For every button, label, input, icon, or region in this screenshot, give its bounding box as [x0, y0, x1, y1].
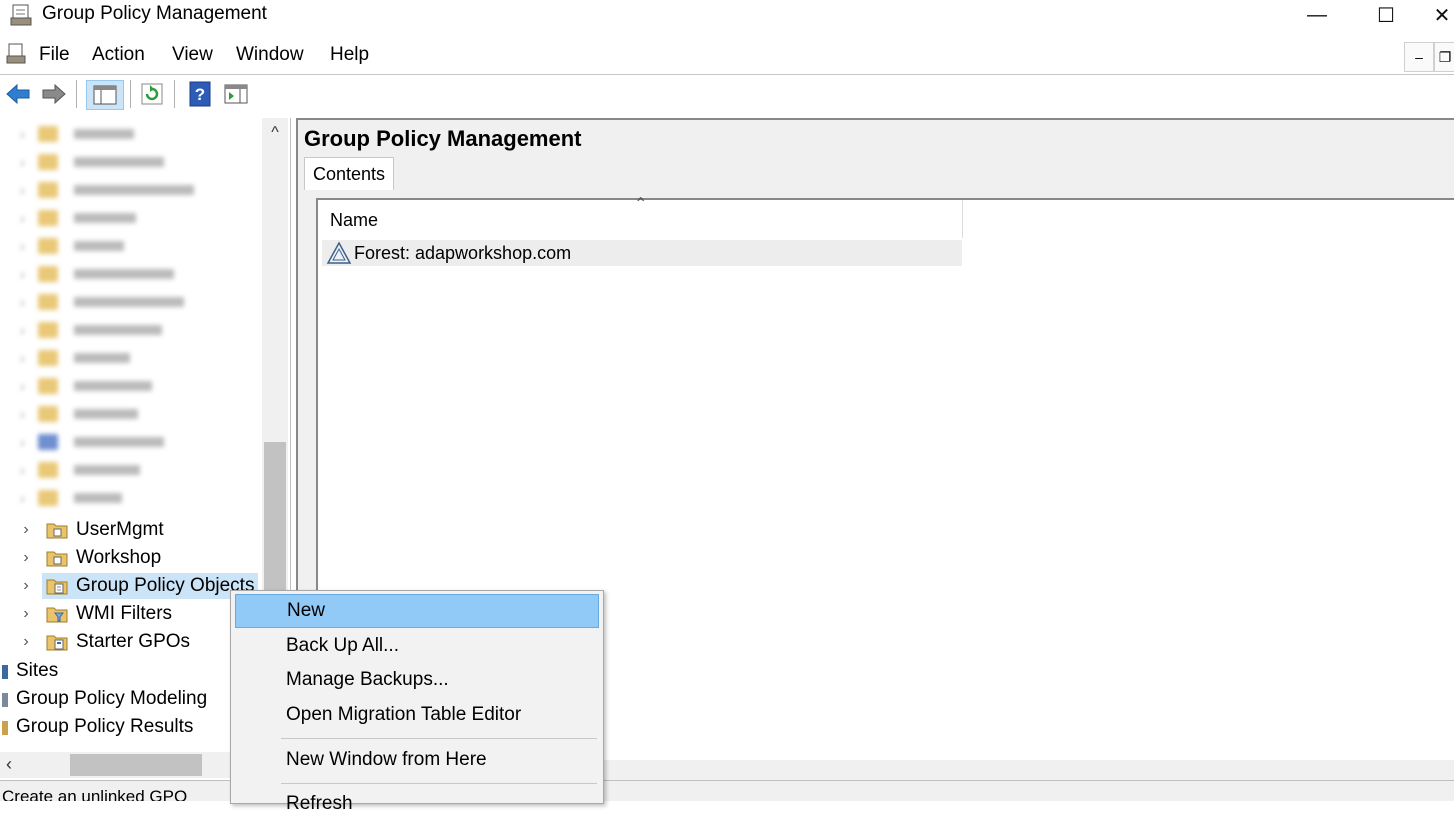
tree-node-label: Sites [16, 660, 59, 681]
menu-item-label: Open Migration Table Editor [286, 704, 522, 725]
menu-separator [281, 783, 597, 784]
menu-item-manage-backups[interactable]: Manage Backups... [235, 663, 599, 697]
menu-item-label: New Window from Here [286, 749, 487, 770]
maximize-button[interactable]: ☐ [1357, 0, 1415, 30]
tree-node-group-policy-results[interactable]: Group Policy Results [0, 714, 193, 740]
blurred-tree-item[interactable]: › [20, 262, 174, 286]
chevron-right-icon[interactable]: › [18, 633, 34, 651]
blurred-tree-item[interactable]: › [20, 150, 164, 174]
svg-text:?: ? [195, 85, 205, 104]
close-button[interactable]: ✕ [1430, 0, 1454, 30]
blurred-tree-item[interactable]: › [20, 178, 194, 202]
chevron-right-icon[interactable]: › [18, 549, 34, 567]
menu-item-new[interactable]: New [235, 594, 599, 628]
tree-node-group-policy-modeling[interactable]: Group Policy Modeling [0, 686, 207, 712]
blurred-tree-item[interactable]: › [20, 458, 140, 482]
tree-node-sites[interactable]: Sites [0, 658, 58, 684]
toolbar-separator [174, 80, 175, 108]
menu-separator [281, 738, 597, 739]
menu-window[interactable]: Window [236, 44, 304, 66]
blurred-tree-item[interactable]: › [20, 234, 124, 258]
menu-item-back-up-all[interactable]: Back Up All... [235, 629, 599, 663]
sites-icon [2, 665, 8, 679]
mdi-minimize-button[interactable]: – [1404, 42, 1434, 72]
menu-item-new-window-from-here[interactable]: New Window from Here [235, 743, 599, 777]
forest-icon [326, 241, 352, 264]
status-text: Create an unlinked GPO [2, 787, 188, 801]
menu-item-label: Back Up All... [286, 635, 399, 656]
mdi-restore-button[interactable]: ❐ [1434, 42, 1454, 72]
tree-node-wmi-filters[interactable]: › WMI Filters [18, 601, 172, 627]
refresh-icon[interactable] [138, 80, 166, 108]
selected-highlight: Group Policy Objects [42, 573, 259, 599]
show-hide-console-tree-icon[interactable] [86, 80, 124, 110]
ou-folder-icon [46, 551, 68, 567]
menu-item-label: Manage Backups... [286, 669, 449, 690]
tree-node-starter-gpos[interactable]: › Starter GPOs [18, 629, 190, 655]
gpo-folder-icon [46, 579, 68, 595]
blurred-tree-item[interactable]: › [20, 318, 162, 342]
tree-node-workshop[interactable]: › Workshop [18, 545, 161, 571]
blurred-tree-item[interactable]: › [20, 486, 122, 510]
list-item-label: Forest: adapworkshop.com [354, 242, 572, 263]
tree-hscroll-thumb[interactable] [70, 754, 202, 776]
scroll-left-chevron-icon[interactable]: ‹ [6, 754, 12, 775]
blurred-tree-item[interactable]: › [20, 290, 184, 314]
chevron-right-icon[interactable]: › [18, 577, 34, 595]
window-title: Group Policy Management [42, 3, 267, 24]
scroll-up-chevron-icon[interactable]: ^ [264, 124, 286, 142]
blurred-tree-item[interactable]: › [20, 122, 134, 146]
tab-label: Contents [312, 163, 386, 184]
tab-contents[interactable]: Contents [304, 157, 394, 190]
list-item[interactable]: Forest: adapworkshop.com [322, 240, 962, 266]
tree-node-label: Group Policy Modeling [16, 688, 208, 709]
menu-item-refresh[interactable]: Refresh [235, 787, 599, 821]
help-icon[interactable]: ? [186, 80, 214, 108]
tree-node-label: WMI Filters [76, 603, 173, 624]
column-header-label: Name [330, 210, 379, 230]
ou-folder-icon [46, 523, 68, 539]
sort-ascending-icon: ⌃ [634, 196, 648, 213]
menu-action[interactable]: Action [92, 44, 145, 66]
menu-item-label: New [287, 600, 326, 621]
results-icon [2, 721, 8, 735]
show-action-pane-icon[interactable] [222, 80, 250, 108]
forward-arrow-icon[interactable] [40, 80, 68, 108]
tree-node-label: Starter GPOs [76, 631, 191, 652]
minimize-button[interactable]: — [1288, 0, 1346, 30]
console-menu-icon[interactable] [6, 43, 28, 65]
blurred-tree-item[interactable]: › [20, 206, 136, 230]
menu-file[interactable]: File [39, 44, 70, 66]
status-bar: Create an unlinked GPO [0, 780, 1454, 801]
tree-node-label: UserMgmt [76, 519, 164, 540]
context-menu: New Back Up All... Manage Backups... Ope… [230, 590, 604, 814]
wmi-filter-folder-icon [46, 607, 68, 623]
title-bar: Group Policy Management — ☐ ✕ [0, 0, 1454, 30]
chevron-right-icon[interactable]: › [18, 605, 34, 623]
gpmc-app-icon [10, 4, 32, 26]
tree-node-group-policy-objects[interactable]: › Group Policy Objects [18, 573, 259, 599]
toolbar [0, 74, 1454, 117]
results-pane-title: Group Policy Management [304, 126, 582, 151]
tree-node-label: Workshop [76, 547, 162, 568]
chevron-right-icon[interactable]: › [18, 521, 34, 539]
tree-node-label: Group Policy Results [16, 716, 194, 737]
menu-help[interactable]: Help [330, 44, 369, 66]
back-arrow-icon[interactable] [4, 80, 32, 108]
blurred-tree-item[interactable]: › [20, 374, 152, 398]
tree-node-usermgmt[interactable]: › UserMgmt [18, 517, 164, 543]
blurred-tree-item[interactable]: › [20, 430, 164, 454]
menu-bar: File Action View Window Help [0, 38, 1454, 70]
tree-node-label: Group Policy Objects [76, 575, 255, 596]
modeling-icon [2, 693, 8, 707]
menu-item-label: Refresh [286, 793, 353, 814]
starter-gpo-folder-icon [46, 635, 68, 651]
menu-view[interactable]: View [172, 44, 213, 66]
toolbar-separator [76, 80, 77, 108]
blurred-tree-item[interactable]: › [20, 346, 130, 370]
toolbar-separator [130, 80, 131, 108]
blurred-tree-item[interactable]: › [20, 402, 138, 426]
menu-item-open-migration-table-editor[interactable]: Open Migration Table Editor [235, 698, 599, 732]
